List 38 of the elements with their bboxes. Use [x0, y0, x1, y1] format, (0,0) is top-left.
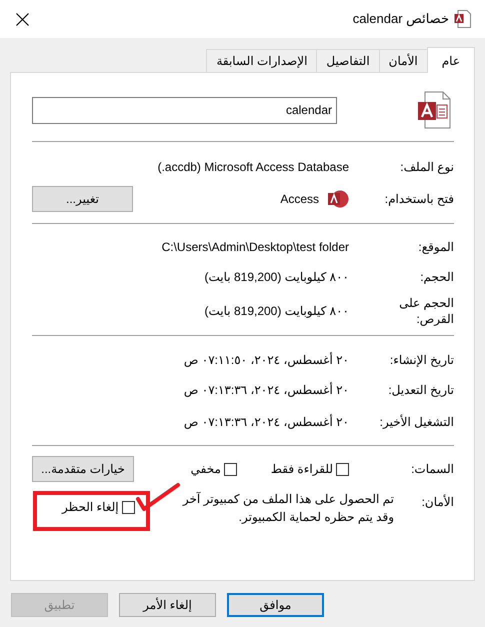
- checkbox-label: مخفي: [190, 461, 221, 478]
- dialog-button[interactable]: إلغاء الأمر: [119, 593, 216, 617]
- check-mark-annotation: [135, 482, 181, 512]
- checkbox-label: إلغاء الحظر: [62, 499, 119, 516]
- dialog-button[interactable]: موافق: [227, 593, 324, 617]
- field-value: ٢٠ أغسطس، ٢٠٢٤، ٠٧:١١:٥٠ ص: [184, 351, 349, 369]
- field-label: تاريخ التعديل:: [387, 382, 454, 398]
- field-value: ٢٠ أغسطس، ٢٠٢٤، ٠٧:١٣:٣٦ ص: [184, 413, 349, 431]
- field-label: تاريخ الإنشاء:: [388, 352, 454, 368]
- advanced-button[interactable]: خيارات متقدمة...: [32, 456, 134, 482]
- field-value: (.accdb) Microsoft Access Database: [158, 159, 349, 176]
- field-label: السمات:: [410, 461, 454, 477]
- field-label: نوع الملف:: [399, 159, 454, 175]
- checkbox[interactable]: [224, 462, 237, 476]
- close-icon[interactable]: [16, 12, 29, 26]
- checkbox[interactable]: [122, 500, 135, 514]
- checkbox[interactable]: [336, 462, 349, 476]
- window-title: خصائص calendar: [352, 10, 449, 28]
- app-name: Access: [280, 191, 319, 208]
- field-value: ٨٠٠ كيلوبايت (819,200 بايت): [204, 269, 349, 286]
- app-icon: [327, 190, 349, 208]
- field-label: الموقع:: [417, 239, 454, 255]
- tab[interactable]: عام: [426, 47, 475, 73]
- field-label: التشغيل الأخير:: [378, 414, 454, 430]
- change-button[interactable]: تغيير...: [32, 186, 133, 212]
- document-icon: [454, 10, 471, 28]
- field-label: الحجم على القرص:: [398, 295, 454, 327]
- field-value: ٨٠٠ كيلوبايت (819,200 بايت): [204, 303, 349, 320]
- field-value: ٢٠ أغسطس، ٢٠٢٤، ٠٧:١٣:٣٦ ص: [184, 381, 349, 399]
- name-field[interactable]: calendar: [32, 96, 337, 124]
- field-label: فتح باستخدام:: [384, 191, 454, 207]
- document-icon: [417, 91, 451, 129]
- field-value: C:\Users\Admin\Desktop\test folder: [162, 239, 349, 256]
- field-label: الحجم:: [419, 269, 454, 285]
- field-label: الأمان:: [420, 494, 454, 511]
- checkbox-label: للقراءة فقط: [270, 461, 333, 478]
- security-message: تم الحصول على هذا الملف من كمبيوتر آخر وقد يتم حظره لحماية الكمبيوتر.: [181, 491, 394, 526]
- tab[interactable]: الإصدارات السابقة: [206, 49, 318, 72]
